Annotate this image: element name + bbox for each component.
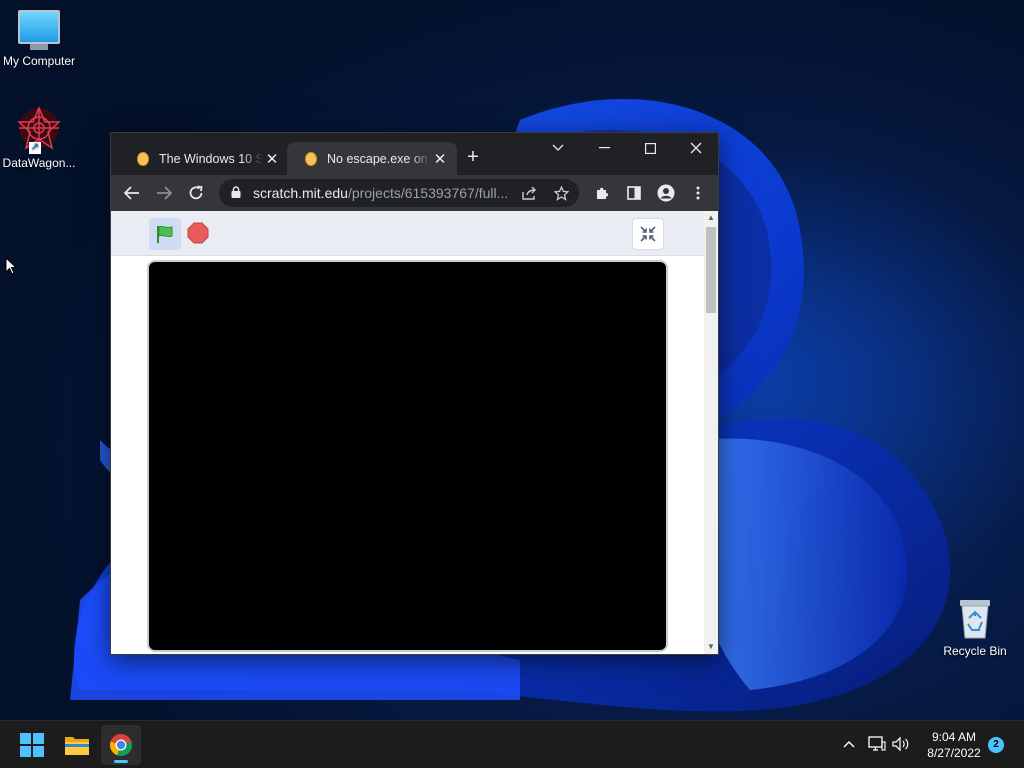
side-panel-icon — [627, 186, 641, 200]
close-button[interactable] — [673, 133, 719, 163]
exit-fullscreen-button[interactable] — [632, 218, 664, 250]
clock-date: 8/27/2022 — [927, 746, 981, 760]
stop-icon — [187, 222, 209, 244]
scratch-favicon — [137, 151, 149, 166]
minimize-icon — [598, 147, 610, 149]
show-hidden-icons-button[interactable] — [838, 733, 860, 755]
maximize-icon — [644, 142, 656, 154]
file-explorer-button[interactable] — [57, 725, 97, 765]
tab-close-icon[interactable]: ✕ — [431, 150, 449, 168]
url-path: /projects/615393767/full... — [347, 185, 509, 201]
browser-toolbar: scratch.mit.edu/projects/615393767/full.… — [111, 175, 718, 211]
kebab-menu-icon — [696, 186, 700, 200]
scroll-down-icon[interactable]: ▼ — [704, 640, 718, 654]
profile-avatar-icon — [657, 184, 675, 202]
taskbar-clock[interactable]: 9:04 AM 8/27/2022 — [918, 729, 990, 761]
datawagon-icon: ↗ — [15, 106, 63, 154]
tab-search-button[interactable] — [535, 133, 581, 163]
url-host: scratch.mit.edu — [253, 185, 348, 201]
chrome-window[interactable]: The Windows 10 Si ✕ No escape.exe on S ✕… — [110, 132, 719, 655]
tab-strip: The Windows 10 Si ✕ No escape.exe on S ✕… — [111, 133, 718, 175]
scratch-player-controls — [111, 211, 704, 256]
green-flag-button[interactable] — [149, 218, 181, 250]
side-panel-button[interactable] — [620, 179, 648, 207]
mouse-cursor-icon — [5, 256, 18, 280]
scratch-stage[interactable] — [147, 260, 668, 652]
desktop-icon-datawagon[interactable]: ↗ DataWagon... — [0, 106, 78, 170]
desktop-icon-my-computer[interactable]: My Computer — [0, 10, 78, 68]
exit-fullscreen-icon — [640, 226, 656, 242]
tab-windows-10-simulator[interactable]: The Windows 10 Si ✕ — [119, 142, 289, 175]
taskbar: 9:04 AM 8/27/2022 2 — [0, 720, 1024, 768]
back-button[interactable] — [118, 179, 146, 207]
chevron-down-icon — [552, 144, 564, 151]
folder-icon — [65, 737, 89, 755]
forward-button[interactable] — [150, 179, 178, 207]
stop-button[interactable] — [187, 222, 209, 244]
minimize-button[interactable] — [581, 133, 627, 163]
close-icon — [690, 142, 702, 154]
new-tab-button[interactable]: + — [461, 146, 485, 170]
network-icon[interactable] — [866, 733, 888, 755]
notification-badge[interactable]: 2 — [988, 737, 1004, 753]
recycle-bin-icon — [955, 596, 995, 640]
chevron-up-icon — [843, 741, 855, 748]
chrome-icon — [110, 734, 133, 756]
tab-no-escape[interactable]: No escape.exe on S ✕ — [287, 142, 457, 175]
running-indicator — [114, 760, 128, 763]
windows-start-icon — [20, 733, 44, 757]
vertical-scrollbar[interactable]: ▲ ▼ — [704, 211, 718, 654]
address-bar[interactable]: scratch.mit.edu/projects/615393767/full.… — [219, 179, 579, 207]
green-flag-icon — [157, 225, 173, 243]
bookmark-star-icon[interactable] — [547, 179, 575, 207]
desktop-icon-recycle-bin[interactable]: Recycle Bin — [936, 596, 1014, 658]
desktop-icon-label: My Computer — [2, 54, 76, 68]
puzzle-icon — [596, 187, 608, 199]
profile-button[interactable] — [652, 179, 680, 207]
scratch-favicon — [305, 151, 317, 166]
computer-icon — [18, 10, 60, 50]
scroll-up-icon[interactable]: ▲ — [704, 211, 718, 225]
start-button[interactable] — [12, 725, 52, 765]
scrollbar-thumb[interactable] — [706, 227, 716, 313]
extensions-button[interactable] — [588, 179, 616, 207]
arrow-right-icon — [157, 186, 172, 200]
lock-icon — [231, 186, 241, 198]
desktop-icon-label: DataWagon... — [2, 156, 76, 170]
maximize-button[interactable] — [627, 133, 673, 163]
share-icon[interactable] — [515, 179, 543, 207]
tab-close-icon[interactable]: ✕ — [263, 150, 281, 168]
reload-icon — [189, 185, 203, 200]
page-viewport: ▲ ▼ — [111, 211, 718, 654]
shortcut-arrow-icon: ↗ — [29, 142, 41, 154]
tab-title: The Windows 10 Si — [159, 151, 263, 166]
clock-time: 9:04 AM — [931, 730, 977, 744]
tab-title: No escape.exe on S — [327, 151, 431, 166]
desktop-icon-label: Recycle Bin — [943, 644, 1007, 658]
chrome-taskbar-button[interactable] — [101, 725, 141, 765]
address-url: scratch.mit.edu/projects/615393767/full.… — [253, 185, 511, 201]
reload-button[interactable] — [182, 179, 210, 207]
chrome-menu-button[interactable] — [684, 179, 712, 207]
arrow-left-icon — [124, 186, 139, 200]
volume-icon[interactable] — [890, 733, 912, 755]
